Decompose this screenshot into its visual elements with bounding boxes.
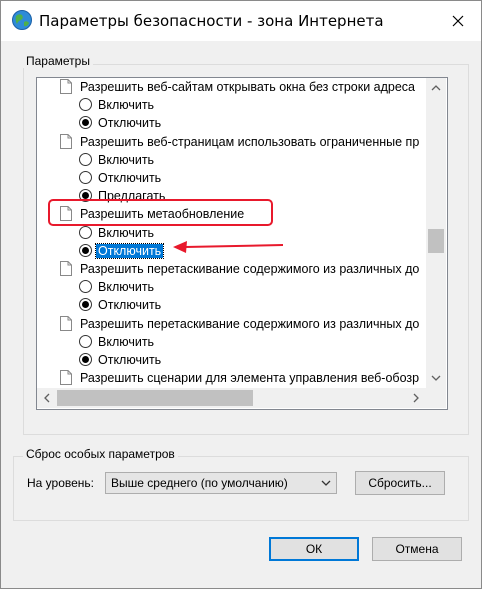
- radio-option-label: Отключить: [98, 171, 162, 185]
- security-settings-dialog: Параметры безопасности - зона Интернета …: [0, 0, 482, 589]
- radio-option-label: Включить: [98, 334, 155, 349]
- radio-unchecked-icon[interactable]: [79, 280, 92, 294]
- document-icon: [60, 261, 72, 276]
- radio-option-label: Отключить: [98, 116, 162, 131]
- radio-unchecked-icon[interactable]: [79, 98, 92, 112]
- radio-option-label: Включить: [98, 280, 155, 295]
- close-icon: [452, 15, 464, 27]
- params-group-legend: Параметры: [23, 54, 93, 68]
- setting-item-label: Разрешить перетаскивание содержимого из …: [80, 316, 420, 331]
- radio-option-label: Отключить: [98, 353, 162, 367]
- radio-checked-icon[interactable]: [79, 298, 92, 312]
- settings-list-content: Разрешить веб-сайтам открывать окна без …: [37, 78, 426, 388]
- radio-checked-icon[interactable]: [79, 243, 92, 257]
- radio-option-label: Отключить: [94, 242, 165, 259]
- document-icon: [60, 79, 72, 94]
- scroll-left-button[interactable]: [37, 388, 57, 408]
- radio-option-label: Включить: [98, 225, 155, 240]
- radio-option[interactable]: Включить: [37, 96, 426, 114]
- setting-item[interactable]: Разрешить перетаскивание содержимого из …: [37, 315, 426, 333]
- radio-unchecked-icon[interactable]: [79, 334, 92, 348]
- radio-option-label: Отключить: [98, 298, 162, 313]
- scroll-down-button[interactable]: [426, 368, 446, 388]
- radio-unchecked-icon[interactable]: [79, 225, 92, 239]
- radio-option[interactable]: Отключить: [37, 114, 426, 132]
- reset-group-legend: Сброс особых параметров: [23, 447, 178, 461]
- window-title: Параметры безопасности - зона Интернета: [39, 12, 384, 30]
- ok-button[interactable]: ОК: [269, 537, 359, 561]
- title-bar: Параметры безопасности - зона Интернета: [1, 1, 481, 41]
- horizontal-scrollbar[interactable]: [37, 388, 426, 408]
- document-icon: [60, 133, 72, 149]
- annotation-arrow-icon: [173, 241, 283, 253]
- document-icon: [60, 315, 72, 331]
- scroll-up-button[interactable]: [426, 78, 446, 98]
- chevron-right-icon: [413, 393, 419, 403]
- setting-item[interactable]: Разрешить веб-страницам использовать огр…: [37, 133, 426, 151]
- chevron-up-icon: [431, 85, 441, 91]
- document-icon: [60, 370, 72, 386]
- scroll-corner: [426, 388, 446, 408]
- cancel-button[interactable]: Отмена: [372, 537, 462, 561]
- radio-option[interactable]: Включить: [37, 333, 426, 351]
- setting-item[interactable]: Разрешить веб-сайтам открывать окна без …: [37, 78, 426, 96]
- horizontal-scroll-thumb[interactable]: [57, 390, 253, 406]
- annotation-highlight-box: [48, 199, 273, 226]
- radio-unchecked-icon[interactable]: [79, 171, 92, 184]
- setting-item-label: Разрешить перетаскивание содержимого из …: [80, 262, 420, 276]
- chevron-left-icon: [44, 393, 50, 403]
- reset-button[interactable]: Сбросить...: [355, 471, 445, 495]
- globe-icon: [12, 10, 32, 30]
- setting-item-label: Разрешить веб-сайтам открывать окна без …: [80, 80, 416, 94]
- radio-checked-icon[interactable]: [79, 353, 92, 366]
- radio-option[interactable]: Отключить: [37, 169, 426, 187]
- chevron-down-icon: [321, 480, 331, 486]
- vertical-scrollbar[interactable]: [426, 78, 446, 388]
- scroll-right-button[interactable]: [406, 388, 426, 408]
- chevron-down-icon: [431, 375, 441, 381]
- level-label: На уровень:: [27, 476, 95, 490]
- level-select[interactable]: Выше среднего (по умолчанию): [105, 472, 337, 494]
- radio-option[interactable]: Отключить: [37, 351, 426, 369]
- close-button[interactable]: [435, 1, 481, 41]
- radio-unchecked-icon[interactable]: [79, 152, 92, 166]
- vertical-scroll-thumb[interactable]: [428, 229, 444, 253]
- radio-option[interactable]: Отключить: [37, 296, 426, 314]
- setting-item[interactable]: Разрешить сценарии для элемента управлен…: [37, 369, 426, 387]
- setting-item-label: Разрешить веб-страницам использовать огр…: [80, 134, 420, 149]
- radio-option[interactable]: Включить: [37, 151, 426, 169]
- radio-option-label: Включить: [98, 98, 155, 113]
- level-select-value: Выше среднего (по умолчанию): [111, 476, 288, 490]
- setting-item[interactable]: Разрешить перетаскивание содержимого из …: [37, 260, 426, 278]
- radio-option-label: Включить: [98, 152, 155, 167]
- radio-checked-icon[interactable]: [79, 116, 92, 130]
- radio-option[interactable]: Включить: [37, 278, 426, 296]
- setting-item-label: Разрешить сценарии для элемента управлен…: [80, 371, 420, 386]
